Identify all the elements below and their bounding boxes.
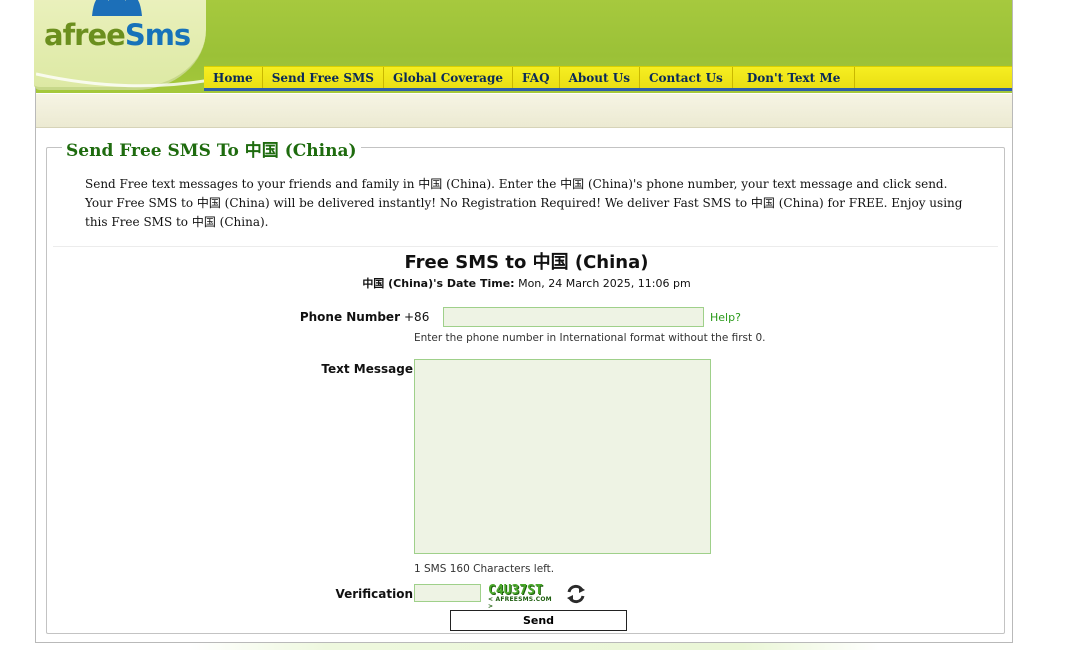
refresh-icon[interactable] [565, 583, 587, 605]
local-datetime: 中国 (China)'s Date Time: Mon, 24 March 20… [47, 275, 1006, 291]
nav-send-free-sms[interactable]: Send Free SMS [263, 67, 384, 88]
logo-swoosh-decoration [36, 72, 211, 88]
phone-number-input[interactable] [443, 307, 704, 327]
page-container: afreeSms Home Send Free SMS Global Cover… [34, 0, 1013, 643]
send-button[interactable]: Send [450, 610, 627, 631]
help-link[interactable]: Help? [710, 311, 741, 324]
nav-contact-us[interactable]: Contact Us [640, 67, 733, 88]
phone-number-label: Phone Number [299, 310, 400, 324]
bottom-decoration [190, 643, 880, 650]
main-nav: Home Send Free SMS Global Coverage FAQ A… [204, 66, 1012, 91]
divider [53, 246, 998, 247]
phone-hint: Enter the phone number in International … [414, 332, 766, 344]
form-title: Free SMS to 中国 (China) [404, 252, 649, 273]
site-header: afreeSms Home Send Free SMS Global Cover… [34, 0, 1012, 93]
country-code: +86 [404, 310, 430, 324]
datetime-value: Mon, 24 March 2025, 11:06 pm [518, 277, 691, 290]
characters-left: 1 SMS 160 Characters left. [414, 563, 555, 575]
nav-faq[interactable]: FAQ [513, 67, 560, 88]
datetime-label: 中国 (China)'s Date Time: [362, 277, 515, 290]
sub-header-bar [36, 94, 1012, 128]
captcha-image: C4U37ST < AFREESMS.COM > [486, 583, 556, 610]
section-title: Send Free SMS To 中国 (China) [62, 136, 361, 161]
text-message-input[interactable] [414, 359, 711, 554]
intro-text: Send Free text messages to your friends … [85, 177, 963, 229]
send-sms-section: Send Free SMS To 中国 (China) Send Free te… [46, 136, 1006, 634]
text-message-label: Text Message [321, 362, 413, 376]
nav-home[interactable]: Home [204, 67, 263, 88]
captcha-domain: < AFREESMS.COM > [488, 596, 552, 610]
nav-global-coverage[interactable]: Global Coverage [384, 67, 513, 88]
logo-wordmark: afreeSms [44, 18, 191, 52]
people-icon [92, 0, 142, 16]
verification-input[interactable] [414, 584, 481, 602]
verification-label: Verification [335, 587, 413, 601]
nav-about-us[interactable]: About Us [560, 67, 640, 88]
nav-dont-text-me[interactable]: Don't Text Me [733, 67, 856, 88]
